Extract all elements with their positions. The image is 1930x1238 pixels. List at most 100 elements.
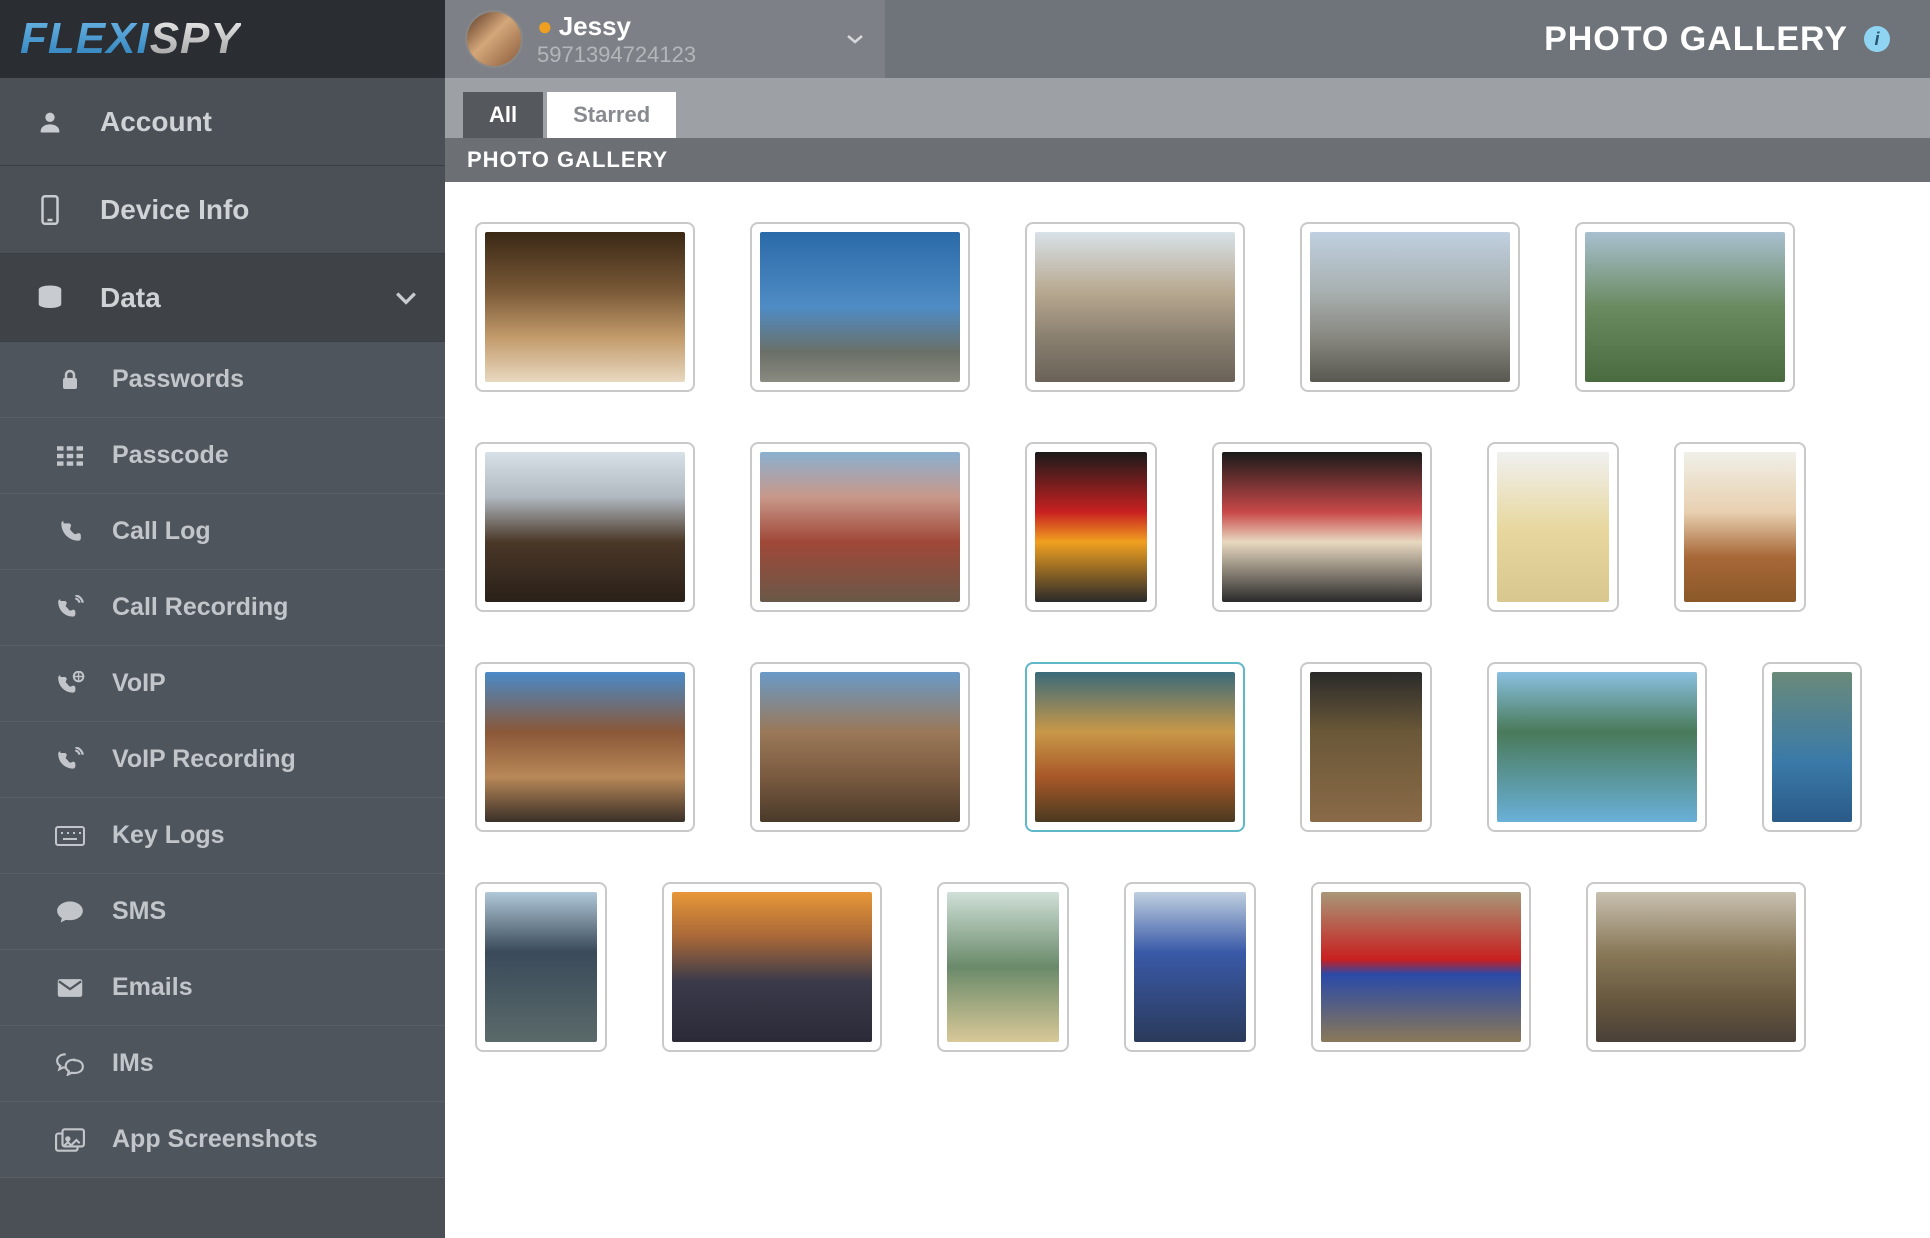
subnav-ims[interactable]: IMs — [0, 1026, 445, 1102]
photo-image — [485, 452, 685, 602]
nav-account[interactable]: Account — [0, 78, 445, 166]
screenshots-icon — [50, 1128, 90, 1152]
photo-image — [1585, 232, 1785, 382]
photo-image — [1035, 452, 1147, 602]
user-icon — [28, 108, 72, 136]
photo-thumb[interactable] — [1487, 662, 1707, 832]
logo[interactable]: FLEXISPY — [0, 0, 445, 78]
phone-call-icon — [50, 519, 90, 545]
subnav-label: App Screenshots — [112, 1125, 318, 1154]
photo-thumb[interactable] — [1300, 222, 1520, 392]
nav-label: Data — [100, 282, 161, 314]
subnav-call-log[interactable]: Call Log — [0, 494, 445, 570]
photo-thumb[interactable] — [750, 222, 970, 392]
photo-image — [1684, 452, 1796, 602]
subnav-call-recording[interactable]: Call Recording — [0, 570, 445, 646]
tabs: All Starred — [445, 78, 1930, 138]
photo-thumb[interactable] — [1674, 442, 1806, 612]
tab-starred[interactable]: Starred — [547, 92, 676, 138]
page-title: PHOTO GALLERY — [1544, 20, 1848, 59]
photo-image — [1222, 452, 1422, 602]
subnav-voip-recording[interactable]: VoIP Recording — [0, 722, 445, 798]
photo-image — [1310, 232, 1510, 382]
photo-image — [1134, 892, 1246, 1042]
photo-image — [760, 232, 960, 382]
chevron-down-icon — [395, 291, 417, 305]
subnav-passcode[interactable]: Passcode — [0, 418, 445, 494]
subnav-sms[interactable]: SMS — [0, 874, 445, 950]
profile-dropdown[interactable]: ●Jessy 5971394724123 — [445, 0, 885, 78]
chevron-down-icon — [845, 33, 865, 45]
subnav-label: Emails — [112, 973, 193, 1002]
photo-thumb[interactable] — [475, 222, 695, 392]
subnav-label: Passcode — [112, 441, 229, 470]
photo-thumb[interactable] — [750, 662, 970, 832]
photo-thumb[interactable] — [1124, 882, 1256, 1052]
subnav-label: SMS — [112, 897, 166, 926]
photo-image — [1596, 892, 1796, 1042]
gallery-row-1 — [475, 222, 1900, 392]
photo-thumb[interactable] — [662, 882, 882, 1052]
photo-image — [1310, 672, 1422, 822]
photo-image — [1772, 672, 1852, 822]
profile-name: ●Jessy — [537, 11, 696, 42]
photo-image — [1035, 232, 1235, 382]
database-icon — [28, 283, 72, 313]
subnav-label: VoIP Recording — [112, 745, 296, 774]
sidebar: FLEXISPY Account Device Info Data — [0, 0, 445, 1238]
envelope-icon — [50, 978, 90, 998]
photo-image — [485, 892, 597, 1042]
photo-thumb[interactable] — [475, 662, 695, 832]
photo-image — [947, 892, 1059, 1042]
subnav-app-screenshots[interactable]: App Screenshots — [0, 1102, 445, 1178]
main-nav: Account Device Info Data — [0, 78, 445, 1238]
photo-thumb[interactable] — [1025, 222, 1245, 392]
photo-image — [760, 452, 960, 602]
nav-device-info[interactable]: Device Info — [0, 166, 445, 254]
subnav-passwords[interactable]: Passwords — [0, 342, 445, 418]
tab-all[interactable]: All — [463, 92, 543, 138]
header: ●Jessy 5971394724123 PHOTO GALLERY i — [445, 0, 1930, 78]
keyboard-icon — [50, 825, 90, 847]
photo-thumb[interactable] — [750, 442, 970, 612]
subnav-voip[interactable]: VoIP — [0, 646, 445, 722]
photo-thumb[interactable] — [937, 882, 1069, 1052]
phone-icon — [28, 195, 72, 225]
photo-image — [760, 672, 960, 822]
nav-data[interactable]: Data — [0, 254, 445, 342]
subnav-key-logs[interactable]: Key Logs — [0, 798, 445, 874]
profile-id: 5971394724123 — [537, 42, 696, 68]
subnav-label: Passwords — [112, 365, 244, 394]
photo-image — [485, 232, 685, 382]
phone-signal-icon — [50, 595, 90, 621]
logo-part1: FLEXI — [20, 14, 150, 64]
gallery-row-2 — [475, 442, 1900, 612]
photo-image — [1321, 892, 1521, 1042]
photo-image — [1035, 672, 1235, 822]
photo-thumb[interactable] — [1311, 882, 1531, 1052]
photo-thumb[interactable] — [1487, 442, 1619, 612]
keypad-icon — [50, 445, 90, 467]
photo-image — [485, 672, 685, 822]
photo-thumb[interactable] — [1762, 662, 1862, 832]
photo-thumb[interactable] — [1212, 442, 1432, 612]
subnav-label: Call Recording — [112, 593, 288, 622]
photo-thumb[interactable] — [1586, 882, 1806, 1052]
section-header: PHOTO GALLERY — [445, 138, 1930, 182]
gallery[interactable] — [445, 182, 1930, 1238]
subnav-label: IMs — [112, 1049, 154, 1078]
photo-thumb[interactable] — [475, 882, 607, 1052]
photo-thumb[interactable] — [1025, 662, 1245, 832]
photo-thumb[interactable] — [1575, 222, 1795, 392]
info-icon[interactable]: i — [1864, 26, 1890, 52]
photo-thumb[interactable] — [475, 442, 695, 612]
phone-globe-icon — [50, 671, 90, 697]
chat-icon — [50, 900, 90, 924]
nav-label: Account — [100, 106, 212, 138]
subnav-emails[interactable]: Emails — [0, 950, 445, 1026]
photo-thumb[interactable] — [1025, 442, 1157, 612]
photo-thumb[interactable] — [1300, 662, 1432, 832]
subnav-label: Key Logs — [112, 821, 225, 850]
subnav-label: Call Log — [112, 517, 211, 546]
photo-image — [1497, 672, 1697, 822]
